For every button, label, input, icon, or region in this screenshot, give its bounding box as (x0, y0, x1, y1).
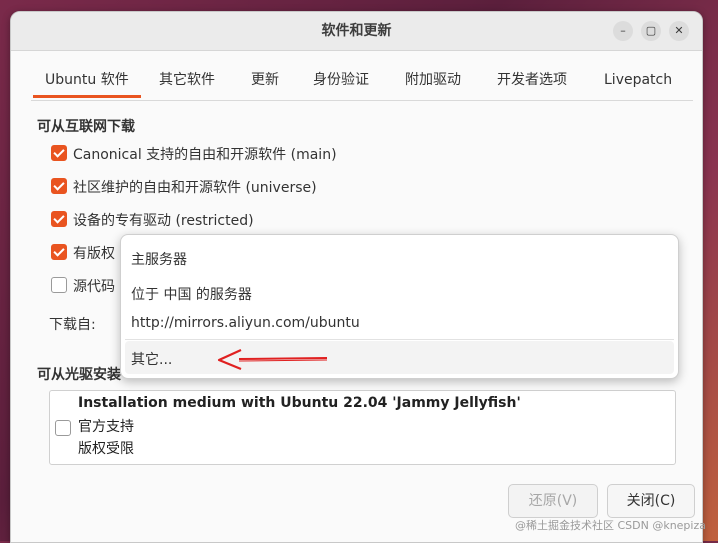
cdrom-list: Installation medium with Ubuntu 22.04 'J… (49, 390, 676, 465)
option-main[interactable]: Canonical 支持的自由和开源软件 (main) (51, 144, 337, 166)
option-main-label: Canonical 支持的自由和开源软件 (main) (73, 147, 337, 163)
tab-authentication[interactable]: 身份验证 (301, 62, 381, 98)
popup-item-china-server[interactable]: 位于 中国 的服务器 (131, 284, 252, 304)
option-restricted[interactable]: 设备的专有驱动 (restricted) (51, 210, 254, 232)
tab-ubuntu-software[interactable]: Ubuntu 软件 (33, 62, 141, 98)
popup-item-other[interactable]: 其它... (131, 349, 172, 369)
option-multiverse-label: 有版权 (73, 246, 115, 262)
popup-item-main-server[interactable]: 主服务器 (131, 249, 187, 269)
tab-livepatch[interactable]: Livepatch (592, 62, 684, 98)
option-universe-label: 社区维护的自由和开源软件 (universe) (73, 180, 317, 196)
minimize-button[interactable]: – (613, 21, 633, 41)
option-universe[interactable]: 社区维护的自由和开源软件 (universe) (51, 177, 317, 199)
popup-item-aliyun-mirror[interactable]: http://mirrors.aliyun.com/ubuntu (131, 315, 360, 331)
title-bar: 软件和更新 – ▢ ✕ (11, 12, 702, 51)
tab-other-software[interactable]: 其它软件 (147, 62, 227, 98)
download-from-label: 下载自: (49, 317, 96, 333)
popup-separator (125, 339, 674, 340)
software-updates-window: 软件和更新 – ▢ ✕ Ubuntu 软件 其它软件 更新 身份验证 附加驱动 … (10, 11, 703, 543)
cdrom-medium-title: Installation medium with Ubuntu 22.04 'J… (78, 395, 521, 411)
watermark: @稀土掘金技术社区 CSDN @knepiza (514, 519, 706, 532)
revert-button[interactable]: 还原(V) (508, 484, 598, 518)
tab-updates[interactable]: 更新 (239, 62, 291, 98)
close-button[interactable]: 关闭(C) (607, 484, 695, 518)
checkbox-main[interactable] (51, 145, 67, 161)
option-source-code-label: 源代码 (73, 279, 115, 295)
tab-bar: Ubuntu 软件 其它软件 更新 身份验证 附加驱动 开发者选项 Livepa… (31, 62, 693, 101)
cdrom-section-title: 可从光驱安装 (37, 367, 121, 383)
window-title: 软件和更新 (321, 23, 392, 39)
option-multiverse[interactable]: 有版权 (51, 243, 115, 265)
checkbox-source-code[interactable] (51, 277, 67, 293)
server-dropdown-popup: 主服务器 位于 中国 的服务器 http://mirrors.aliyun.co… (120, 234, 679, 379)
checkbox-restricted[interactable] (51, 211, 67, 227)
tab-developer-options[interactable]: 开发者选项 (485, 62, 579, 98)
internet-section-title: 可从互联网下载 (37, 119, 135, 135)
option-source-code[interactable]: 源代码 (51, 276, 115, 298)
popup-hover-highlight (125, 341, 674, 374)
checkbox-universe[interactable] (51, 178, 67, 194)
tab-additional-drivers[interactable]: 附加驱动 (393, 62, 473, 98)
option-restricted-label: 设备的专有驱动 (restricted) (73, 213, 254, 229)
checkbox-multiverse[interactable] (51, 244, 67, 260)
close-window-button[interactable]: ✕ (669, 21, 689, 41)
maximize-button[interactable]: ▢ (641, 21, 661, 41)
checkbox-cdrom[interactable] (55, 420, 71, 436)
cdrom-line-official: 官方支持 (78, 419, 134, 435)
cdrom-line-restricted: 版权受限 (78, 441, 134, 457)
red-arrow-annotation-icon (217, 348, 328, 371)
